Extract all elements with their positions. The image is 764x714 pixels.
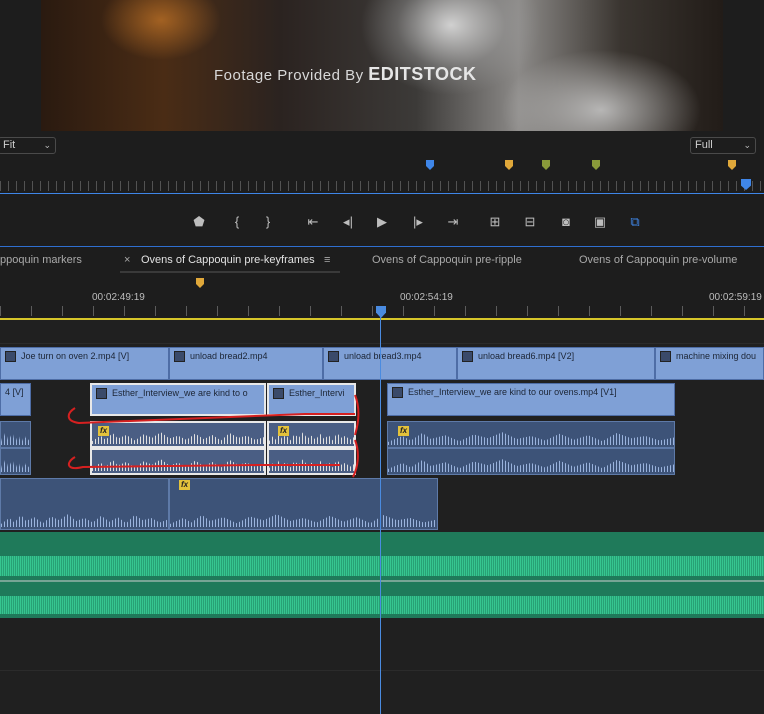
extract-icon: ⊟ [524,214,536,229]
clip-unload-bread6[interactable]: unload bread6.mp4 [V2] [457,347,655,380]
footage-watermark: Footage Provided By EDITSTOCK [214,64,477,84]
active-tab-underline [120,271,340,273]
chevron-down-icon: ⌄ [43,140,51,150]
export-frame-button[interactable]: ◙ [555,211,577,233]
audio-clip-esther-3-right[interactable] [387,448,675,475]
music-waveform-left [0,556,764,576]
step-back-button[interactable]: ◂| [337,211,359,233]
clip-esther-interview-3[interactable]: Esther_Interview_we are kind to our oven… [387,383,675,416]
clip-joe-turn-on-oven[interactable]: Joe turn on oven 2.mp4 [V] [0,347,169,380]
audio-clip[interactable] [0,448,31,475]
timeline-playhead[interactable] [380,306,381,714]
lift-button[interactable]: ⊞ [484,211,506,233]
monitor-playhead-bar [0,193,764,194]
sequence-marker[interactable] [196,278,204,288]
clip-fx-icon [462,351,473,363]
red-annotation [67,394,360,478]
timecode-label: 00:02:59:19 [709,292,762,303]
clip-machine-mixing[interactable]: machine mixing dou [655,347,764,380]
clip-unload-bread3[interactable]: unload bread3.mp4 [323,347,457,380]
mark-out-button[interactable]: } [257,211,279,233]
timecode-label: 00:02:54:19 [400,292,453,303]
music-waveform-right [0,596,764,614]
go-to-out-button[interactable]: ⇥ [442,211,464,233]
clip-v1-partial[interactable]: 4 [V] [0,383,31,416]
tab-markers[interactable]: ppoquin markers [0,254,82,266]
fx-badge: fx [179,480,190,490]
marker-blue[interactable] [426,160,434,170]
go-to-in-icon: ⇤ [307,214,319,229]
track-divider [0,343,764,344]
camera-icon: ◙ [562,214,570,229]
go-to-out-icon: ⇥ [447,214,459,229]
playhead-handle[interactable] [376,306,386,318]
extract-button[interactable]: ⊟ [519,211,541,233]
clip-fx-icon [328,351,339,363]
zoom-level-select[interactable]: Fit ⌄ [0,137,56,154]
clip-fx-icon [660,351,671,363]
mark-out-icon: } [265,214,271,229]
chevron-down-icon: ⌄ [743,140,751,150]
marker-yellow[interactable] [728,160,736,170]
audio-clip-esther-3-left[interactable] [387,421,675,448]
comparison-icon: ▣ [593,214,607,229]
marker-green[interactable] [542,160,550,170]
proxy-icon: ⧉ [630,214,640,229]
tab-pre-keyframes[interactable]: Ovens of Cappoquin pre-keyframes [141,254,315,266]
volume-rubber-band[interactable] [0,580,764,582]
audio-clip-a3-1[interactable] [0,478,169,530]
panel-menu-icon[interactable]: ≡ [324,254,330,266]
clip-fx-icon [174,351,185,363]
tab-pre-ripple[interactable]: Ovens of Cappoquin pre-ripple [372,254,522,266]
play-icon: ▶ [377,214,387,229]
marker-green[interactable] [592,160,600,170]
play-button[interactable]: ▶ [371,211,393,233]
close-tab-icon[interactable]: × [124,254,130,266]
comparison-view-button[interactable]: ▣ [589,211,611,233]
go-to-in-button[interactable]: ⇤ [302,211,324,233]
fx-badge: fx [398,426,409,436]
proxy-toggle-button[interactable]: ⧉ [624,211,646,233]
mark-in-button[interactable]: { [226,211,248,233]
step-forward-icon: |▸ [413,214,423,229]
panel-divider [0,246,764,247]
clip-fx-icon [5,351,16,363]
clip-unload-bread2[interactable]: unload bread2.mp4 [169,347,323,380]
marker-icon: ⬟ [193,214,205,229]
monitor-time-ruler[interactable] [0,181,764,191]
audio-clip-a3-2[interactable] [169,478,438,530]
step-back-icon: ◂| [343,214,353,229]
step-forward-button[interactable]: |▸ [407,211,429,233]
clip-fx-icon [392,387,403,399]
audio-clip[interactable] [0,421,31,448]
tab-pre-volume[interactable]: Ovens of Cappoquin pre-volume [579,254,737,266]
add-marker-button[interactable]: ⬟ [188,211,210,233]
lift-icon: ⊞ [489,214,501,229]
playback-resolution-select[interactable]: Full ⌄ [690,137,756,154]
marker-yellow[interactable] [505,160,513,170]
track-divider [0,670,764,671]
mark-in-icon: { [234,214,240,229]
timecode-label: 00:02:49:19 [92,292,145,303]
